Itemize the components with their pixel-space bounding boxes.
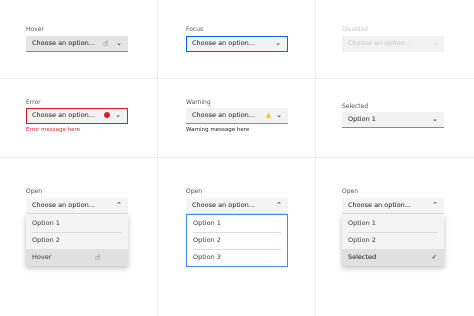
dropdown-menu: Option 1 Option 2 Hover ☝ (26, 215, 128, 266)
error-message: Error message here (26, 127, 81, 133)
open-label: Open (26, 188, 43, 195)
open-label: Open (186, 188, 203, 195)
dropdown-placeholder: Choose an option... (192, 201, 255, 209)
hand-cursor-icon: ☝ (103, 39, 108, 48)
hand-cursor-icon: ☝ (95, 253, 100, 262)
open-dropdown[interactable]: Choose an option... ⌃ (186, 198, 288, 214)
selected-label: Selected (342, 103, 369, 110)
error-dropdown[interactable]: Choose an option... ⌄ (26, 108, 128, 124)
chevron-down-icon: ⌄ (275, 39, 281, 47)
open-label: Open (342, 188, 359, 195)
hover-dropdown[interactable]: Choose an option... ☝ ⌄ (26, 36, 128, 52)
menu-option[interactable]: Option 1 (187, 215, 287, 232)
menu-option[interactable]: Option 1 (26, 215, 128, 232)
warning-label: Warning (186, 99, 211, 106)
grid-divider (0, 157, 474, 158)
menu-option[interactable]: Option 2 (187, 232, 287, 249)
dropdown-placeholder: Choose an option... (348, 39, 411, 47)
dropdown-placeholder: Choose an option... (32, 111, 95, 119)
menu-option[interactable]: Option 2 (26, 232, 128, 249)
menu-option[interactable]: Option 1 (342, 215, 444, 232)
option-label: Hover (32, 253, 52, 261)
chevron-up-icon: ⌃ (432, 201, 438, 209)
menu-option-selected[interactable]: Selected ✓ (342, 249, 444, 266)
menu-option-hovered[interactable]: Hover ☝ (26, 249, 128, 266)
warning-dropdown[interactable]: Choose an option... ▲ ⌄ (186, 108, 288, 124)
chevron-down-icon: ⌄ (276, 111, 282, 119)
chevron-down-icon: ⌄ (116, 39, 122, 47)
disabled-dropdown: Choose an option... ⌄ (342, 36, 444, 52)
grid-divider (315, 0, 316, 316)
dropdown-placeholder: Choose an option... (192, 39, 255, 47)
hover-label: Hover (26, 26, 44, 33)
open-dropdown[interactable]: Choose an option... ⌃ (26, 198, 128, 214)
error-filled-icon (104, 112, 110, 118)
error-label: Error (26, 99, 41, 106)
chevron-down-icon: ⌄ (432, 39, 438, 47)
focus-dropdown[interactable]: Choose an option... ⌄ (186, 36, 288, 52)
grid-divider (0, 78, 474, 79)
selected-dropdown[interactable]: Option 1 ⌄ (342, 112, 444, 128)
chevron-up-icon: ⌃ (276, 201, 282, 209)
dropdown-placeholder: Choose an option... (32, 39, 95, 47)
open-dropdown[interactable]: Choose an option... ⌃ (342, 198, 444, 214)
dropdown-menu: Option 1 Option 2 Option 3 (186, 214, 288, 267)
dropdown-value: Option 1 (348, 115, 376, 123)
chevron-up-icon: ⌃ (116, 201, 122, 209)
disabled-label: Disabled (342, 26, 369, 33)
menu-option[interactable]: Option 2 (342, 232, 444, 249)
warning-message: Warning message here (186, 127, 250, 133)
chevron-down-icon: ⌄ (432, 115, 438, 123)
dropdown-placeholder: Choose an option... (32, 201, 95, 209)
menu-option[interactable]: Option 3 (187, 249, 287, 266)
dropdown-placeholder: Choose an option... (192, 111, 255, 119)
warning-filled-icon: ▲ (266, 111, 271, 119)
focus-label: Focus (186, 26, 204, 33)
checkmark-icon: ✓ (431, 253, 437, 261)
dropdown-menu: Option 1 Option 2 Selected ✓ (342, 215, 444, 266)
dropdown-placeholder: Choose an option... (348, 201, 411, 209)
grid-divider (157, 0, 158, 316)
chevron-down-icon: ⌄ (115, 111, 121, 119)
option-label: Selected (348, 253, 377, 261)
